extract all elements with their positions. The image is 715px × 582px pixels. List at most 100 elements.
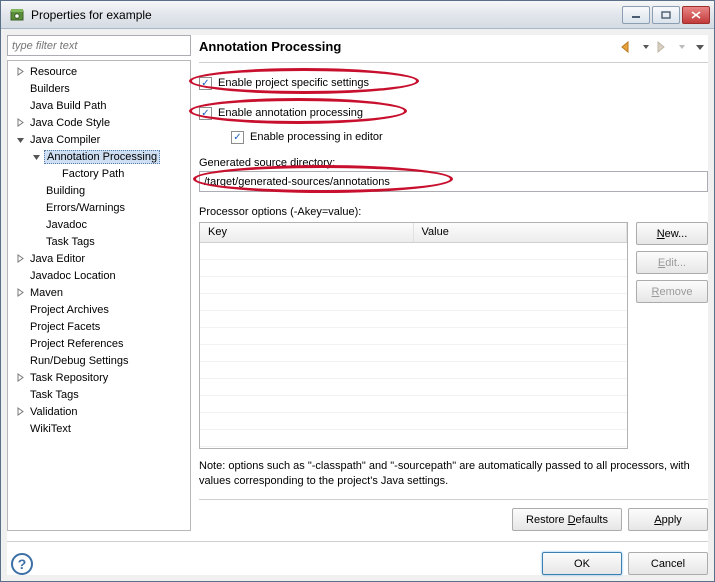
tree-item[interactable]: Building <box>8 182 190 199</box>
tree-spacer <box>30 236 42 248</box>
tree-spacer <box>14 355 26 367</box>
properties-dialog: Properties for example Resource Builders J… <box>0 0 715 582</box>
tree-spacer <box>14 83 26 95</box>
note-text: Note: options such as "-classpath" and "… <box>199 459 708 489</box>
tree-item-label: Java Code Style <box>28 117 112 129</box>
tree-item[interactable]: Resource <box>8 63 190 80</box>
tree-spacer <box>14 338 26 350</box>
chevron-right-icon[interactable] <box>14 287 26 299</box>
minimize-button[interactable] <box>622 6 650 24</box>
tree-spacer <box>14 100 26 112</box>
tree-item-label: Factory Path <box>60 168 126 180</box>
tree-item[interactable]: Java Build Path <box>8 97 190 114</box>
tree-spacer <box>46 168 58 180</box>
tree-item-label: WikiText <box>28 423 73 435</box>
checkbox-enable-editor[interactable]: ✓ <box>231 131 244 144</box>
tree-spacer <box>14 321 26 333</box>
chevron-right-icon[interactable] <box>14 66 26 78</box>
table-body <box>200 243 627 448</box>
restore-defaults-button[interactable]: Restore Defaults <box>512 508 622 531</box>
tree-item-label: Builders <box>28 83 72 95</box>
tree-item-label: Javadoc Location <box>28 270 118 282</box>
checkbox-enable-editor-label: Enable processing in editor <box>250 131 383 143</box>
col-value[interactable]: Value <box>414 223 628 242</box>
tree-item-label: Task Tags <box>28 389 81 401</box>
forward-icon[interactable] <box>656 40 672 54</box>
checkbox-enable-ap[interactable]: ✓ <box>199 107 212 120</box>
tree-item[interactable]: Java Editor <box>8 250 190 267</box>
gen-dir-label: Generated source directory: <box>199 157 708 169</box>
tree-item[interactable]: Factory Path <box>8 165 190 182</box>
tree-item-label: Java Editor <box>28 253 87 265</box>
edit-button[interactable]: Edit... <box>636 251 708 274</box>
tree-item-label: Project Archives <box>28 304 111 316</box>
properties-tree[interactable]: Resource Builders Java Build Path Java Code… <box>7 60 191 531</box>
tree-item-label: Resource <box>28 66 79 78</box>
tree-item[interactable]: Javadoc <box>8 216 190 233</box>
tree-item[interactable]: Project Archives <box>8 301 190 318</box>
tree-item[interactable]: Builders <box>8 80 190 97</box>
tree-item[interactable]: Project Facets <box>8 318 190 335</box>
tree-item[interactable]: Validation <box>8 403 190 420</box>
checkbox-project-specific[interactable]: ✓ <box>199 77 212 90</box>
tree-spacer <box>30 219 42 231</box>
tree-item-label: Javadoc <box>44 219 89 231</box>
cancel-button[interactable]: Cancel <box>628 552 708 575</box>
checkbox-enable-ap-label: Enable annotation processing <box>218 107 363 119</box>
tree-item-label: Building <box>44 185 87 197</box>
chevron-right-icon[interactable] <box>14 253 26 265</box>
titlebar[interactable]: Properties for example <box>1 1 714 29</box>
tree-item-label: Task Repository <box>28 372 110 384</box>
checkbox-project-specific-label: Enable project specific settings <box>218 77 369 89</box>
back-menu-icon[interactable] <box>638 40 654 54</box>
tree-item[interactable]: Task Repository <box>8 369 190 386</box>
tree-item[interactable]: WikiText <box>8 420 190 437</box>
proc-opts-label: Processor options (-Akey=value): <box>199 206 708 218</box>
processor-options-table[interactable]: Key Value <box>199 222 628 449</box>
close-button[interactable] <box>682 6 710 24</box>
tree-item[interactable]: Java Code Style <box>8 114 190 131</box>
remove-button[interactable]: Remove <box>636 280 708 303</box>
chevron-down-icon[interactable] <box>14 134 26 146</box>
tree-item-label: Validation <box>28 406 80 418</box>
forward-menu-icon[interactable] <box>674 40 690 54</box>
chevron-right-icon[interactable] <box>14 372 26 384</box>
tree-item-label: Java Build Path <box>28 100 108 112</box>
tree-item-label: Run/Debug Settings <box>28 355 130 367</box>
new-button[interactable]: New... <box>636 222 708 245</box>
tree-item[interactable]: Run/Debug Settings <box>8 352 190 369</box>
tree-spacer <box>14 304 26 316</box>
tree-item[interactable]: Annotation Processing <box>8 148 190 165</box>
help-icon[interactable]: ? <box>11 553 33 575</box>
tree-item[interactable]: Task Tags <box>8 233 190 250</box>
tree-item[interactable]: Errors/Warnings <box>8 199 190 216</box>
tree-item-label: Java Compiler <box>28 134 102 146</box>
tree-item-label: Maven <box>28 287 65 299</box>
tree-item-label: Project References <box>28 338 126 350</box>
tree-item[interactable]: Project References <box>8 335 190 352</box>
tree-item[interactable]: Task Tags <box>8 386 190 403</box>
tree-spacer <box>30 202 42 214</box>
gen-dir-input[interactable] <box>199 171 708 192</box>
tree-item-label: Project Facets <box>28 321 102 333</box>
maximize-button[interactable] <box>652 6 680 24</box>
page-title: Annotation Processing <box>199 39 620 54</box>
apply-button[interactable]: Apply <box>628 508 708 531</box>
chevron-down-icon[interactable] <box>30 151 42 163</box>
col-key[interactable]: Key <box>200 223 414 242</box>
chevron-right-icon[interactable] <box>14 406 26 418</box>
filter-input[interactable] <box>7 35 191 56</box>
tree-item[interactable]: Maven <box>8 284 190 301</box>
tree-spacer <box>30 185 42 197</box>
tree-item-label: Errors/Warnings <box>44 202 127 214</box>
tree-item-label: Task Tags <box>44 236 97 248</box>
tree-item[interactable]: Java Compiler <box>8 131 190 148</box>
chevron-right-icon[interactable] <box>14 117 26 129</box>
tree-item[interactable]: Javadoc Location <box>8 267 190 284</box>
window-icon <box>9 7 25 23</box>
back-icon[interactable] <box>620 40 636 54</box>
tree-spacer <box>14 389 26 401</box>
view-menu-icon[interactable] <box>692 40 708 54</box>
ok-button[interactable]: OK <box>542 552 622 575</box>
tree-spacer <box>14 423 26 435</box>
